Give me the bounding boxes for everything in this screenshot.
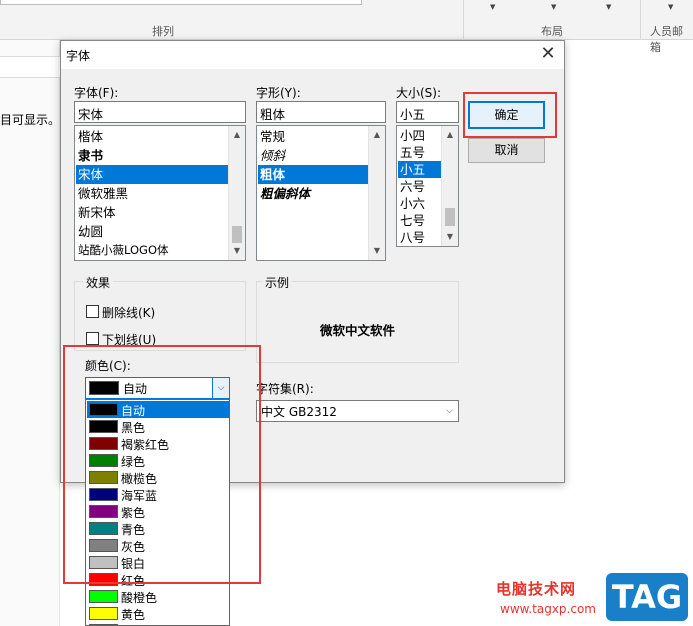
size-label: 大小(S): [396, 86, 442, 100]
ribbon-group-layout: 布局 [541, 25, 563, 38]
font-style-input[interactable]: 粗体 [256, 101, 386, 123]
style-list-item[interactable]: 常规 [258, 127, 368, 146]
size-list-scrollbar[interactable]: ▲ ▼ [441, 126, 458, 246]
font-listbox[interactable]: 楷体 隶书 宋体 微软雅黑 新宋体 幼圆 站酷小薇LOGO体 ▲ ▼ [74, 125, 246, 261]
scroll-thumb[interactable] [445, 208, 455, 226]
ribbon-caret-icon[interactable]: ▼ [551, 3, 556, 11]
color-option[interactable]: 酸橙色 [87, 588, 229, 605]
strikethrough-checkbox[interactable] [86, 305, 99, 318]
font-list-item-selected[interactable]: 宋体 [76, 165, 228, 184]
size-list-item[interactable]: 六号 [398, 178, 441, 195]
ribbon: 排列 ▼ ▼ ▼ ▼ 布局 人员邮箱 [0, 0, 693, 54]
color-option-label: 酸橙色 [121, 591, 158, 605]
chevron-down-icon[interactable]: ⌵ [441, 401, 458, 421]
watermark-url: www.tagxp.com [500, 602, 596, 616]
ribbon-separator [463, 0, 464, 40]
charset-label: 字符集(R): [256, 382, 314, 396]
ribbon-separator [640, 0, 641, 40]
font-size-input[interactable]: 小五 [396, 101, 459, 123]
scroll-up-icon[interactable]: ▲ [369, 127, 385, 143]
style-list-scrollbar[interactable]: ▲ ▼ [368, 126, 385, 260]
dialog-title: 字体 [66, 49, 91, 63]
scroll-down-icon[interactable]: ▼ [369, 243, 385, 259]
style-list-item-selected[interactable]: 粗体 [258, 165, 368, 184]
scroll-thumb[interactable] [232, 226, 242, 243]
preview-label: 示例 [262, 274, 293, 291]
ribbon-group-arrange: 排列 [152, 25, 174, 38]
strikethrough-label[interactable]: 删除线(K) [102, 304, 155, 321]
effects-group [74, 281, 246, 351]
effects-label: 效果 [83, 274, 114, 291]
watermark-site-name: 电脑技术网 [496, 580, 577, 598]
scroll-up-icon[interactable]: ▲ [229, 127, 245, 143]
watermark-logo: TAG [606, 573, 688, 621]
scroll-up-icon[interactable]: ▲ [442, 127, 458, 143]
document-text: 目可显示。 [0, 113, 61, 127]
size-list-item[interactable]: 五号 [398, 144, 441, 161]
font-name-input[interactable]: 宋体 [74, 101, 246, 123]
font-list-item[interactable]: 站酷小薇LOGO体 [76, 241, 228, 260]
charset-combobox[interactable]: 中文 GB2312 ⌵ [256, 400, 459, 422]
font-list-scrollbar[interactable]: ▲ ▼ [228, 126, 245, 260]
ok-button[interactable]: 确定 [468, 101, 545, 129]
ribbon-group-staff: 人员邮箱 [650, 25, 683, 54]
color-option-label: 黄色 [121, 608, 146, 622]
ribbon-input-box [0, 0, 362, 5]
style-list-item[interactable]: 粗偏斜体 [258, 184, 368, 203]
size-list-item-selected[interactable]: 小五 [398, 161, 441, 178]
scroll-down-icon[interactable]: ▼ [442, 229, 458, 245]
style-listbox[interactable]: 常规 倾斜 粗体 粗偏斜体 ▲ ▼ [256, 125, 386, 261]
color-option[interactable]: 蓝色 [87, 622, 229, 625]
font-label: 字体(F): [74, 86, 119, 100]
cancel-button[interactable]: 取消 [468, 138, 545, 163]
font-list-item[interactable]: 楷体 [76, 127, 228, 146]
style-label: 字形(Y): [256, 86, 301, 100]
color-option[interactable]: 黄色 [87, 605, 229, 622]
highlight-box-color [63, 345, 261, 584]
font-list-item[interactable]: 微软雅黑 [76, 184, 228, 203]
underline-checkbox[interactable] [86, 332, 99, 345]
size-list-item[interactable]: 小四 [398, 127, 441, 144]
color-swatch [89, 590, 118, 603]
style-list-item[interactable]: 倾斜 [258, 146, 368, 165]
ribbon-caret-icon[interactable]: ▼ [606, 3, 611, 11]
close-icon[interactable]: ✕ [532, 41, 564, 69]
preview-sample-text: 微软中文软件 [319, 323, 395, 338]
ribbon-caret-icon[interactable]: ▼ [668, 3, 673, 11]
color-swatch [89, 607, 118, 620]
size-list-item[interactable]: 七号 [398, 212, 441, 229]
size-listbox[interactable]: 小四 五号 小五 六号 小六 七号 八号 ▲ ▼ [396, 125, 459, 247]
font-list-item[interactable]: 隶书 [76, 146, 228, 165]
ribbon-caret-icon[interactable]: ▼ [490, 3, 495, 11]
scroll-down-icon[interactable]: ▼ [229, 243, 245, 259]
size-list-item[interactable]: 八号 [398, 229, 441, 246]
dialog-titlebar: 字体 ✕ [61, 41, 564, 69]
size-list-item[interactable]: 小六 [398, 195, 441, 212]
font-list-item[interactable]: 新宋体 [76, 203, 228, 222]
document-toolbar-strip [0, 56, 60, 78]
charset-value: 中文 GB2312 [261, 405, 337, 419]
font-list-item[interactable]: 幼圆 [76, 222, 228, 241]
